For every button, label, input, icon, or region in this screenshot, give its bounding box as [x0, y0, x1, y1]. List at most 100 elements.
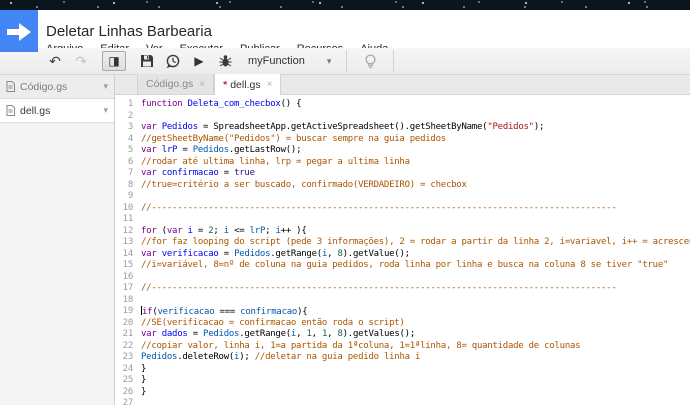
- header: Deletar Linhas Barbearia ArquivoEditarVe…: [0, 10, 690, 55]
- clock-bubble-icon: [166, 54, 180, 68]
- line-number: 18: [122, 294, 134, 305]
- line-number: 15: [122, 260, 134, 270]
- line-content: [133, 214, 141, 226]
- tab-dell.gs[interactable]: * dell.gs ×: [214, 74, 282, 95]
- debug-button[interactable]: [215, 51, 235, 71]
- code-line[interactable]: 8 //true=critério a ser buscado, confirma…: [115, 180, 690, 192]
- chevron-down-icon[interactable]: ▾: [103, 81, 108, 92]
- lightbulb-icon: [365, 53, 376, 68]
- file-item-Código.gs[interactable]: Código.gs ▾: [0, 75, 114, 99]
- function-selector[interactable]: myFunction ▾: [238, 48, 341, 74]
- code-line[interactable]: 10 //------------------------------------…: [115, 203, 690, 215]
- code-line[interactable]: 4 //getSheetByName("Pedidos") = buscar se…: [115, 134, 690, 146]
- line-content: var confirmacao = true: [141, 168, 255, 178]
- line-number: 23: [122, 352, 134, 362]
- files-sidebar: Código.gs ▾ dell.gs ▾: [0, 75, 115, 405]
- line-number: 8: [127, 179, 133, 190]
- line-number: 7: [127, 168, 133, 178]
- line-content: var lrP = Pedidos.getLastRow();: [141, 145, 302, 155]
- line-number: 12: [122, 225, 134, 236]
- code-line[interactable]: 3 var Pedidos = SpreadsheetApp.getActiveS…: [115, 122, 690, 134]
- execution-transcript-button[interactable]: [163, 51, 183, 71]
- arrow-icon: [7, 23, 31, 41]
- code-line[interactable]: 12 for (var i = 2; i <= lrP; i++ ){: [115, 226, 690, 238]
- toggle-file-list-button[interactable]: ◨: [102, 51, 126, 71]
- file-name: Código.gs: [20, 80, 68, 93]
- chevron-down-icon[interactable]: ▾: [103, 105, 108, 116]
- line-content: function Deleta_com_checbox() {: [141, 99, 302, 109]
- line-content: //--------------------------------------…: [141, 283, 617, 293]
- save-icon: [141, 55, 153, 67]
- line-content: Pedidos.deleteRow(i); //deletar na guia …: [141, 352, 421, 362]
- code-line[interactable]: 14 var verificacao = Pedidos.getRange(i, …: [115, 249, 690, 261]
- undo-button[interactable]: ↶: [45, 51, 65, 71]
- apps-script-logo: [0, 10, 38, 52]
- panel-icon: ◨: [108, 54, 120, 68]
- line-content: [133, 191, 141, 203]
- line-content: //true=critério a ser buscado, confirmad…: [141, 179, 467, 190]
- line-number: 20: [122, 317, 134, 328]
- code-line[interactable]: 9: [115, 191, 690, 203]
- line-number: 1: [127, 99, 133, 109]
- editor-tabs: Código.gs × * dell.gs ×: [115, 74, 690, 95]
- code-line[interactable]: 7 var confirmacao = true: [115, 168, 690, 180]
- code-line[interactable]: 19 if(verificacao === confirmacao){: [115, 306, 690, 318]
- run-button[interactable]: ▶: [189, 51, 209, 71]
- toolbar: ↶ ↷ ◨ ▶ myFunction ▾: [0, 48, 690, 75]
- line-number: 25: [122, 375, 134, 385]
- code-line[interactable]: 21 var dados = Pedidos.getRange(i, 1, 1, …: [115, 329, 690, 341]
- code-line[interactable]: 15 //i=variável, 8=nº de coluna na guia p…: [115, 260, 690, 272]
- toolbar-separator: [346, 50, 348, 72]
- line-content: }: [141, 363, 147, 374]
- line-number: 17: [122, 283, 134, 293]
- code-line[interactable]: 5 var lrP = Pedidos.getLastRow();: [115, 145, 690, 157]
- code-line[interactable]: 2: [115, 111, 690, 123]
- project-title: Deletar Linhas Barbearia: [46, 23, 212, 40]
- save-button[interactable]: [137, 51, 157, 71]
- close-icon[interactable]: ×: [199, 79, 205, 90]
- redo-button[interactable]: ↷: [71, 51, 91, 71]
- play-icon: ▶: [194, 54, 204, 68]
- line-content: [133, 398, 141, 405]
- file-item-dell.gs[interactable]: dell.gs ▾: [0, 99, 114, 123]
- code-line[interactable]: 27: [115, 398, 690, 405]
- code-editor[interactable]: 1 function Deleta_com_checbox() { 2 3 var Pe…: [115, 95, 690, 405]
- code-line[interactable]: 17 //------------------------------------…: [115, 283, 690, 295]
- code-line[interactable]: 20 //SE(verificacao = confirmacao então r…: [115, 318, 690, 330]
- line-content: }: [141, 386, 147, 397]
- close-icon[interactable]: ×: [267, 79, 273, 90]
- line-number: 21: [122, 329, 134, 339]
- code-line[interactable]: 11: [115, 214, 690, 226]
- tab-Código.gs[interactable]: Código.gs ×: [137, 74, 215, 94]
- line-content: //for faz looping do script (pede 3 info…: [141, 237, 690, 247]
- line-number: 19: [122, 306, 134, 316]
- code-line[interactable]: 24}: [115, 364, 690, 376]
- line-content: var Pedidos = SpreadsheetApp.getActiveSp…: [141, 122, 545, 132]
- code-line[interactable]: 26}: [115, 387, 690, 399]
- code-line[interactable]: 6 //rodar até ultima linha, lrp = pegar a…: [115, 157, 690, 169]
- code-line[interactable]: 22 //copiar valor, linha i, 1=a partida d…: [115, 341, 690, 353]
- line-number: 26: [122, 386, 134, 397]
- line-number: 11: [122, 214, 134, 224]
- code-line[interactable]: 13 //for faz looping do script (pede 3 in…: [115, 237, 690, 249]
- line-number: 9: [127, 191, 133, 201]
- line-content: [133, 295, 141, 307]
- code-line[interactable]: 23 Pedidos.deleteRow(i); //deletar na gui…: [115, 352, 690, 364]
- app-window: Deletar Linhas Barbearia ArquivoEditarVe…: [0, 0, 690, 405]
- file-name: dell.gs: [20, 104, 51, 117]
- code-line[interactable]: 1 function Deleta_com_checbox() {: [115, 99, 690, 111]
- page-background: [0, 0, 690, 10]
- line-content: if(verificacao === confirmacao){: [141, 306, 308, 317]
- line-number: 27: [122, 398, 134, 405]
- chevron-down-icon: ▾: [326, 55, 332, 66]
- code-line[interactable]: 18: [115, 295, 690, 307]
- line-number: 13: [122, 237, 134, 247]
- code-line[interactable]: 25}: [115, 375, 690, 387]
- line-content: [133, 111, 141, 123]
- line-number: 2: [127, 110, 133, 121]
- code-line[interactable]: 16: [115, 272, 690, 284]
- line-number: 3: [127, 122, 133, 132]
- suggestions-button[interactable]: [360, 51, 380, 71]
- document-icon: [6, 105, 15, 116]
- unsaved-indicator: *: [223, 78, 228, 91]
